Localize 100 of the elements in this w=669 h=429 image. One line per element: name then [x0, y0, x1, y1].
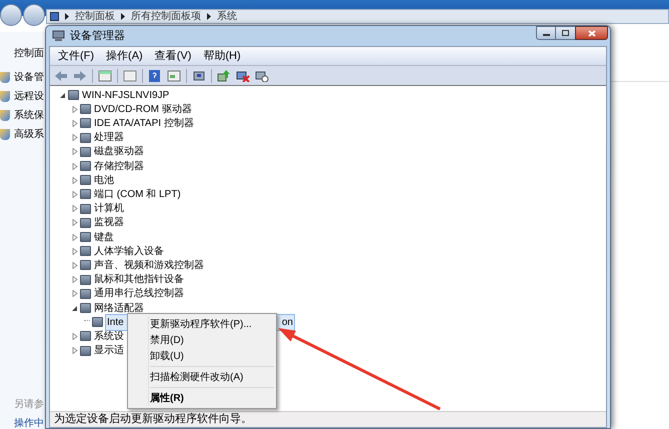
menu-item[interactable]: 更新驱动程序软件(P)...	[128, 316, 276, 332]
expand-arrow-icon[interactable]	[72, 219, 78, 226]
maximize-button[interactable]	[556, 26, 575, 40]
device-icon	[68, 90, 79, 100]
expand-arrow-icon[interactable]	[72, 148, 78, 156]
tree-item[interactable]: 通用串行总线控制器	[93, 286, 185, 302]
breadcrumb[interactable]: 所有控制面板项	[131, 9, 201, 24]
update-driver-icon[interactable]	[217, 70, 231, 82]
sidebar-link[interactable]: 控制面	[14, 46, 44, 61]
shield-icon	[0, 129, 10, 140]
tree-item[interactable]: 处理器	[93, 130, 125, 146]
expand-arrow-icon[interactable]	[72, 120, 78, 127]
expand-arrow-icon[interactable]	[72, 290, 78, 298]
close-button[interactable]	[575, 26, 608, 40]
expand-arrow-icon[interactable]	[72, 332, 78, 340]
disable-icon[interactable]	[255, 70, 269, 82]
device-icon	[80, 161, 91, 171]
item-text: on	[282, 316, 293, 330]
uninstall-icon[interactable]	[236, 70, 250, 82]
device-icon	[80, 132, 91, 143]
device-icon	[80, 204, 91, 214]
tree-item[interactable]: 系统设	[93, 328, 125, 344]
close-icon	[588, 30, 596, 36]
expand-arrow-icon[interactable]	[72, 176, 78, 184]
menu-item[interactable]: 卸载(U)	[128, 348, 276, 364]
window-title: 设备管理器	[70, 28, 125, 44]
window-icon[interactable]	[98, 70, 112, 82]
breadcrumb[interactable]: 系统	[217, 9, 237, 24]
menu-item[interactable]: 文件(F)	[58, 48, 94, 64]
menu-item[interactable]: 属性(R)	[128, 390, 276, 406]
menu-item[interactable]: 扫描检测硬件改动(A)	[128, 369, 276, 385]
device-icon	[80, 104, 91, 114]
chevron-icon	[121, 13, 125, 20]
device-icon	[80, 303, 91, 313]
tree-item[interactable]: 电池	[93, 172, 115, 188]
device-icon	[80, 146, 91, 157]
minimize-button[interactable]	[536, 26, 556, 40]
device-icon	[80, 274, 91, 285]
expand-arrow-icon[interactable]	[72, 234, 78, 240]
menu-item[interactable]: 操作(A)	[106, 48, 143, 64]
window-icon[interactable]	[123, 70, 137, 82]
tree-item[interactable]: 人体学输入设备	[93, 244, 165, 259]
device-icon	[80, 175, 91, 186]
address-bar[interactable]: 控制面板 所有控制面板项 系统	[46, 9, 669, 24]
section-heading: 另请参	[14, 398, 44, 412]
status-text: 为选定设备启动更新驱动程序软件向导。	[54, 412, 252, 428]
menu-item[interactable]: 禁用(D)	[128, 332, 276, 348]
expand-arrow-icon[interactable]	[72, 134, 78, 142]
shield-icon	[0, 91, 10, 102]
expand-arrow-icon[interactable]	[72, 190, 78, 198]
sidebar-link[interactable]: 远程设	[14, 89, 44, 104]
tree-item[interactable]: 计算机	[93, 201, 125, 216]
tree-item[interactable]: 键盘	[93, 230, 115, 244]
collapse-arrow-icon[interactable]	[60, 92, 66, 98]
window-icon[interactable]	[167, 70, 181, 82]
device-icon	[80, 118, 91, 128]
tree-item[interactable]: 监视器	[93, 215, 125, 230]
forward-icon[interactable]	[73, 70, 87, 82]
item-text: Inte	[107, 316, 124, 330]
expand-arrow-icon[interactable]	[72, 162, 78, 170]
tree-item[interactable]: 存储控制器	[93, 158, 145, 174]
expand-arrow-icon[interactable]	[72, 248, 78, 255]
expand-arrow-icon[interactable]	[72, 262, 78, 269]
tree-item[interactable]: DVD/CD-ROM 驱动器	[93, 102, 193, 117]
tree-item[interactable]: 网络适配器	[93, 300, 145, 316]
tree-item[interactable]: 声音、视频和游戏控制器	[93, 258, 205, 273]
computer-icon	[52, 30, 65, 42]
tree-item[interactable]: IDE ATA/ATAPI 控制器	[93, 116, 195, 131]
device-icon	[80, 346, 91, 356]
sidebar-link[interactable]: 系统保	[14, 108, 44, 123]
tree-item[interactable]: 端口 (COM 和 LPT)	[93, 186, 182, 202]
menu-item[interactable]: 查看(V)	[154, 48, 192, 64]
sidebar-link[interactable]: 操作中	[14, 416, 44, 429]
device-icon	[92, 317, 103, 328]
device-icon	[80, 260, 91, 270]
expand-arrow-icon[interactable]	[72, 276, 78, 284]
shield-icon	[0, 72, 10, 83]
expand-arrow-icon[interactable]	[72, 347, 78, 354]
help-icon[interactable]	[148, 70, 162, 82]
device-icon	[80, 246, 91, 256]
back-icon[interactable]	[54, 70, 68, 82]
sidebar-link[interactable]: 设备管	[14, 70, 44, 85]
device-icon	[80, 331, 91, 342]
menu-item[interactable]: 帮助(H)	[203, 48, 241, 64]
sidebar-link[interactable]: 高级系	[14, 127, 44, 142]
chevron-icon	[65, 13, 69, 20]
tree-item[interactable]: 磁盘驱动器	[93, 144, 145, 160]
shield-icon	[0, 110, 10, 121]
collapse-arrow-icon[interactable]	[72, 304, 78, 312]
scan-icon[interactable]	[192, 70, 206, 82]
expand-arrow-icon[interactable]	[72, 205, 78, 212]
control-panel-icon	[50, 12, 59, 21]
expand-arrow-icon[interactable]	[72, 106, 78, 113]
tree-item[interactable]: 显示适	[93, 343, 125, 358]
tree-item[interactable]: WIN-NFJSLNVI9JP	[81, 88, 170, 102]
breadcrumb[interactable]: 控制面板	[75, 9, 115, 24]
tree-item[interactable]: 鼠标和其他指针设备	[93, 272, 185, 288]
device-icon	[80, 218, 91, 228]
chevron-icon	[207, 13, 211, 20]
device-icon	[80, 232, 91, 242]
